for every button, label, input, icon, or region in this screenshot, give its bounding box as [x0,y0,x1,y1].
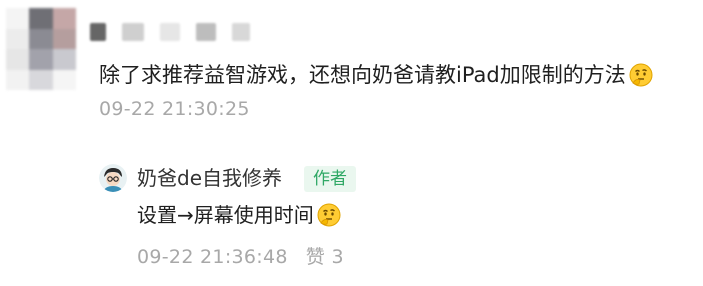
author-badge: 作者 [304,166,356,192]
like-label: 赞 [305,246,326,268]
reply-text-content: 设置→屏幕使用时间 [137,203,314,227]
reply-timestamp: 09-22 21:36:48 [137,246,288,268]
comment-text-content: 除了求推荐益智游戏，还想向奶爸请教iPad加限制的方法 [99,63,626,87]
comment-text: 除了求推荐益智游戏，还想向奶爸请教iPad加限制的方法 [99,60,653,90]
reply-author-name[interactable]: 奶爸de自我修养 [137,164,282,192]
reply-text: 设置→屏幕使用时间 [137,200,341,230]
author-avatar-icon [99,164,127,192]
avatar[interactable] [6,8,76,90]
comment-item: 除了求推荐益智游戏，还想向奶爸请教iPad加限制的方法 09-22 21:30:… [0,0,703,286]
reply-avatar[interactable] [99,164,127,192]
reply-meta: 09-22 21:36:48 赞 3 [137,242,344,269]
username-redacted[interactable] [90,20,280,44]
like-button[interactable]: 赞 3 [306,246,344,268]
thinking-face-icon [317,203,341,227]
like-count: 3 [331,246,344,268]
thinking-face-icon [629,63,653,87]
comment-timestamp: 09-22 21:30:25 [99,98,250,120]
